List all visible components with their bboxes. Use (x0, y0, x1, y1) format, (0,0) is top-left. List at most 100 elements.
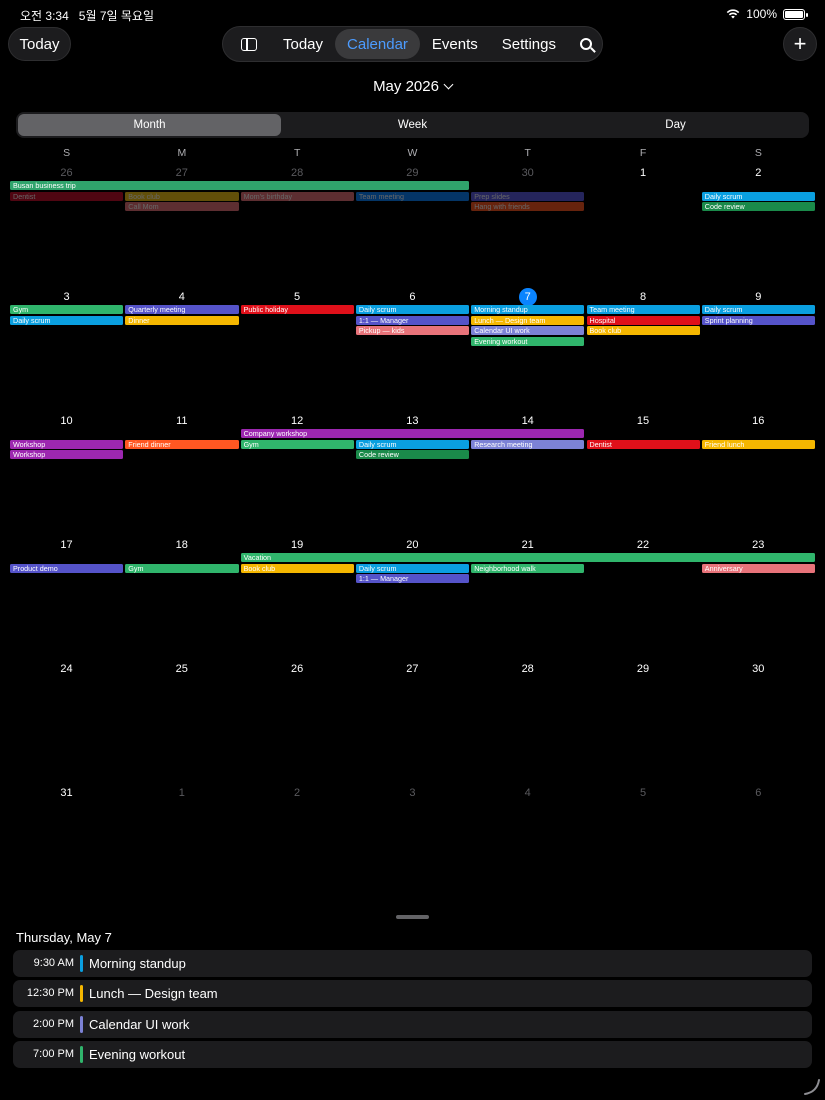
event-chip[interactable]: Dentist (586, 439, 700, 449)
event-chip[interactable]: Gym (10, 305, 124, 314)
segment-month[interactable]: Month (18, 114, 281, 136)
event-chip[interactable]: Morning standup (471, 305, 585, 314)
day-number[interactable]: 29 (355, 167, 470, 179)
nav-calendar[interactable]: Calendar (335, 29, 420, 59)
day-number[interactable]: 21 (470, 539, 585, 551)
event-chip[interactable]: Friend lunch (701, 439, 816, 449)
event-chip[interactable]: Hospital (586, 315, 700, 325)
segment-day[interactable]: Day (544, 114, 807, 136)
day-number[interactable]: 4 (470, 787, 585, 799)
event-chip[interactable]: Code review (701, 202, 816, 211)
day-number[interactable]: 26 (240, 663, 355, 675)
event-chip[interactable]: Daily scrum (355, 439, 470, 449)
event-chip[interactable]: Book club (240, 563, 354, 573)
day-number[interactable]: 30 (701, 663, 816, 675)
event-chip[interactable]: Daily scrum (10, 315, 124, 325)
day-number[interactable]: 11 (124, 415, 239, 427)
day-number[interactable]: 28 (240, 167, 355, 179)
month-picker[interactable]: May 2026 (0, 78, 825, 95)
event-chip[interactable]: Daily scrum (701, 305, 816, 314)
day-number[interactable]: 6 (355, 291, 470, 303)
event-chip[interactable]: Neighborhood walk (471, 563, 585, 573)
agenda-row[interactable]: 2:00 PM Calendar UI work (13, 1010, 812, 1038)
today-button[interactable]: Today (8, 27, 71, 61)
event-chip[interactable]: Hang with friends (471, 202, 585, 211)
event-chip[interactable]: Dinner (125, 315, 239, 325)
agenda-row[interactable]: 7:00 PM Evening workout (13, 1040, 812, 1068)
event-chip[interactable]: Anniversary (701, 563, 816, 573)
event-chip[interactable]: Code review (355, 450, 470, 459)
day-number[interactable]: 10 (9, 415, 124, 427)
day-number[interactable]: 8 (586, 291, 701, 303)
event-chip[interactable]: Mom's birthday (240, 191, 354, 201)
day-number[interactable]: 24 (9, 663, 124, 675)
segment-week[interactable]: Week (281, 114, 544, 136)
event-chip[interactable]: Lunch — Design team (471, 315, 585, 325)
day-number[interactable]: 18 (124, 539, 239, 551)
nav-events[interactable]: Events (420, 29, 490, 59)
sidebar-toggle-button[interactable] (227, 29, 271, 59)
event-chip[interactable]: Workshop (10, 450, 124, 459)
day-number[interactable]: 15 (586, 415, 701, 427)
event-chip[interactable]: 1:1 — Manager (355, 574, 470, 583)
day-number[interactable]: 31 (9, 787, 124, 799)
event-chip[interactable]: Daily scrum (355, 563, 470, 573)
day-number[interactable]: 9 (701, 291, 816, 303)
day-number[interactable]: 28 (470, 663, 585, 675)
event-chip[interactable]: 1:1 — Manager (355, 315, 470, 325)
event-chip[interactable]: Daily scrum (355, 305, 470, 314)
day-number[interactable]: 20 (355, 539, 470, 551)
event-chip[interactable]: Public holiday (240, 305, 354, 314)
day-number[interactable]: 30 (470, 167, 585, 179)
day-number[interactable]: 1 (586, 167, 701, 179)
event-chip[interactable]: Book club (586, 326, 700, 335)
day-number[interactable]: 27 (355, 663, 470, 675)
event-chip[interactable]: Book club (125, 191, 239, 201)
day-number[interactable]: 26 (9, 167, 124, 179)
event-chip[interactable]: Calendar UI work (471, 326, 585, 335)
event-chip[interactable]: Call Mom (125, 202, 239, 211)
event-chip[interactable]: Evening workout (471, 336, 585, 346)
day-number[interactable]: 23 (701, 539, 816, 551)
event-chip[interactable]: Daily scrum (701, 191, 816, 201)
day-number[interactable]: 16 (701, 415, 816, 427)
add-event-button[interactable]: + (783, 27, 817, 61)
day-number[interactable]: 2 (240, 787, 355, 799)
agenda-row[interactable]: 9:30 AM Morning standup (13, 950, 812, 977)
day-number[interactable]: 27 (124, 167, 239, 179)
day-number[interactable]: 17 (9, 539, 124, 551)
event-chip[interactable]: Prep slides (471, 191, 585, 201)
event-chip[interactable]: Sprint planning (701, 315, 816, 325)
day-number[interactable]: 12 (240, 415, 355, 427)
day-number[interactable]: 1 (124, 787, 239, 799)
day-number[interactable]: 3 (9, 291, 124, 303)
nav-settings[interactable]: Settings (490, 29, 568, 59)
day-number[interactable]: 5 (586, 787, 701, 799)
sheet-grabber[interactable] (396, 915, 429, 919)
event-chip[interactable]: Team meeting (355, 191, 470, 201)
search-button[interactable] (568, 29, 604, 59)
day-number[interactable]: 7 (470, 291, 585, 303)
event-chip[interactable]: Friend dinner (125, 439, 239, 449)
day-number[interactable]: 13 (355, 415, 470, 427)
day-number[interactable]: 5 (240, 291, 355, 303)
day-number[interactable]: 6 (701, 787, 816, 799)
event-chip[interactable]: Gym (125, 563, 239, 573)
day-number[interactable]: 22 (586, 539, 701, 551)
event-chip[interactable]: Research meeting (471, 439, 585, 449)
event-chip[interactable]: Workshop (10, 439, 124, 449)
event-chip[interactable]: Gym (240, 439, 354, 449)
day-number[interactable]: 3 (355, 787, 470, 799)
event-chip[interactable]: Company workshop (240, 429, 585, 438)
day-number[interactable]: 25 (124, 663, 239, 675)
event-chip[interactable]: Pickup — kids (355, 326, 470, 335)
event-chip[interactable]: Dentist (10, 191, 124, 201)
day-number[interactable]: 2 (701, 167, 816, 179)
day-number[interactable]: 19 (240, 539, 355, 551)
day-number[interactable]: 4 (124, 291, 239, 303)
event-chip[interactable]: Product demo (10, 563, 124, 573)
agenda-row[interactable]: 12:30 PM Lunch — Design team (13, 980, 812, 1008)
event-chip[interactable]: Vacation (240, 553, 816, 562)
nav-today[interactable]: Today (271, 29, 335, 59)
event-chip[interactable]: Team meeting (586, 305, 700, 314)
